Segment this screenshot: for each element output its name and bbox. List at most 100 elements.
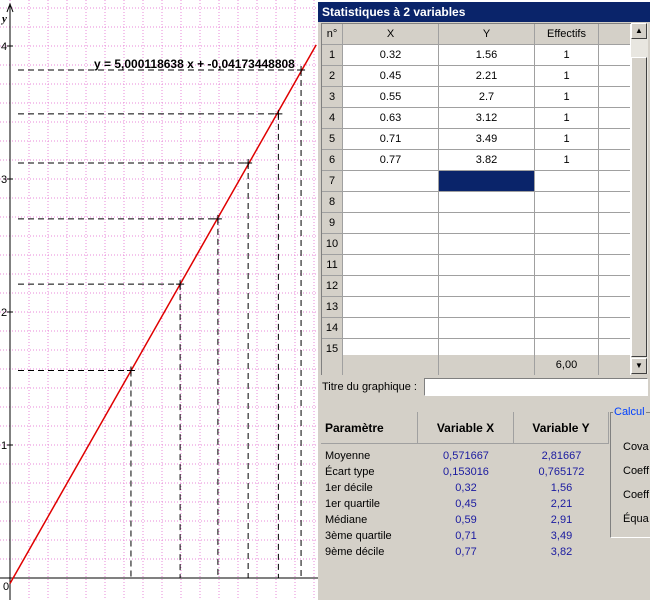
grid-corner bbox=[599, 24, 630, 45]
row-number: 5 bbox=[322, 129, 343, 150]
table-row[interactable]: 10 bbox=[322, 234, 631, 255]
table-cell[interactable] bbox=[535, 234, 599, 255]
stats-value: 1,56 bbox=[550, 482, 573, 494]
stats-param-label: Écart type bbox=[325, 466, 375, 478]
table-row[interactable]: 11 bbox=[322, 255, 631, 276]
scroll-thumb[interactable] bbox=[631, 57, 647, 357]
table-cell[interactable] bbox=[535, 276, 599, 297]
table-cell[interactable] bbox=[439, 276, 535, 297]
table-cell[interactable]: 1 bbox=[535, 129, 599, 150]
graph-title-input[interactable] bbox=[424, 378, 648, 396]
calc-group-title: Calcul bbox=[613, 406, 646, 418]
column-header[interactable]: Effectifs bbox=[535, 24, 599, 45]
table-cell[interactable]: 0.45 bbox=[343, 66, 439, 87]
grid-scrollbar[interactable]: ▲ ▼ bbox=[631, 23, 648, 374]
table-cell[interactable] bbox=[439, 297, 535, 318]
table-cell[interactable] bbox=[535, 318, 599, 339]
table-cell-empty bbox=[599, 87, 630, 108]
stats-column-header: Variable X bbox=[418, 412, 514, 444]
table-cell[interactable]: 1 bbox=[535, 66, 599, 87]
totals-cell bbox=[322, 355, 343, 375]
table-row[interactable]: 1 0.32 1.56 1 bbox=[322, 45, 631, 66]
table-cell[interactable] bbox=[439, 318, 535, 339]
table-cell[interactable] bbox=[343, 255, 439, 276]
column-header[interactable]: X bbox=[343, 24, 439, 45]
table-cell-empty bbox=[599, 255, 630, 276]
table-cell[interactable]: 0.77 bbox=[343, 150, 439, 171]
table-cell[interactable] bbox=[343, 276, 439, 297]
table-cell[interactable]: 3.82 bbox=[439, 150, 535, 171]
y-tick-label: 1 bbox=[1, 440, 7, 452]
row-number: 14 bbox=[322, 318, 343, 339]
y-tick-label: 3 bbox=[1, 174, 7, 186]
row-number: 10 bbox=[322, 234, 343, 255]
stats-value: 2,21 bbox=[550, 498, 573, 510]
row-number: 9 bbox=[322, 213, 343, 234]
table-cell[interactable]: 1 bbox=[535, 45, 599, 66]
table-cell[interactable] bbox=[343, 192, 439, 213]
table-cell[interactable] bbox=[535, 297, 599, 318]
table-cell[interactable]: 1 bbox=[535, 150, 599, 171]
scroll-down-button[interactable]: ▼ bbox=[631, 358, 647, 374]
table-row[interactable]: 12 bbox=[322, 276, 631, 297]
table-cell[interactable] bbox=[439, 171, 535, 192]
table-row[interactable]: 6 0.77 3.82 1 bbox=[322, 150, 631, 171]
row-number: 1 bbox=[322, 45, 343, 66]
table-cell-empty bbox=[599, 45, 630, 66]
table-cell[interactable] bbox=[535, 213, 599, 234]
table-cell[interactable] bbox=[343, 234, 439, 255]
table-cell[interactable] bbox=[343, 171, 439, 192]
row-number: 7 bbox=[322, 171, 343, 192]
table-row[interactable]: 13 bbox=[322, 297, 631, 318]
calc-item: Coeff bbox=[623, 489, 650, 501]
table-row[interactable]: 4 0.63 3.12 1 bbox=[322, 108, 631, 129]
table-cell[interactable]: 1.56 bbox=[439, 45, 535, 66]
window-bottom-edge bbox=[318, 590, 650, 600]
table-cell[interactable]: 1 bbox=[535, 87, 599, 108]
calc-item: Équa bbox=[623, 513, 649, 525]
data-grid[interactable]: n° X Y Effectifs 1 0.32 1.56 1 2 0.45 2.21 1 3 0.55 2.… bbox=[321, 23, 631, 375]
table-cell-empty bbox=[599, 150, 630, 171]
table-cell[interactable] bbox=[439, 192, 535, 213]
stats-value: 0,45 bbox=[455, 498, 477, 510]
row-number: 3 bbox=[322, 87, 343, 108]
table-row[interactable]: 2 0.45 2.21 1 bbox=[322, 66, 631, 87]
table-cell[interactable]: 2.7 bbox=[439, 87, 535, 108]
totals-cell bbox=[439, 355, 535, 375]
data-point bbox=[176, 280, 185, 289]
table-cell[interactable]: 0.63 bbox=[343, 108, 439, 129]
totals-row: 6,00 bbox=[322, 355, 631, 375]
stats-param-label: Médiane bbox=[325, 514, 368, 526]
table-cell[interactable] bbox=[535, 255, 599, 276]
table-cell[interactable]: 1 bbox=[535, 108, 599, 129]
column-header[interactable]: n° bbox=[322, 24, 343, 45]
stats-value: 2,91 bbox=[550, 514, 573, 526]
table-cell[interactable] bbox=[439, 255, 535, 276]
table-cell[interactable]: 3.12 bbox=[439, 108, 535, 129]
graph-title-label: Titre du graphique : bbox=[322, 381, 417, 393]
table-cell[interactable]: 3.49 bbox=[439, 129, 535, 150]
table-row[interactable]: 9 bbox=[322, 213, 631, 234]
scroll-up-button[interactable]: ▲ bbox=[631, 23, 647, 39]
table-cell[interactable] bbox=[343, 318, 439, 339]
table-cell[interactable] bbox=[343, 213, 439, 234]
table-cell[interactable]: 0.32 bbox=[343, 45, 439, 66]
stats-param-label: Moyenne bbox=[325, 450, 371, 462]
table-row[interactable]: 5 0.71 3.49 1 bbox=[322, 129, 631, 150]
column-header[interactable]: Y bbox=[439, 24, 535, 45]
table-cell[interactable] bbox=[343, 297, 439, 318]
table-cell[interactable] bbox=[439, 213, 535, 234]
table-cell[interactable]: 2.21 bbox=[439, 66, 535, 87]
table-cell[interactable] bbox=[535, 171, 599, 192]
table-row[interactable]: 3 0.55 2.7 1 bbox=[322, 87, 631, 108]
table-row[interactable]: 7 bbox=[322, 171, 631, 192]
table-row[interactable]: 8 bbox=[322, 192, 631, 213]
table-cell[interactable]: 0.55 bbox=[343, 87, 439, 108]
table-cell-empty bbox=[599, 234, 630, 255]
table-cell-empty bbox=[599, 276, 630, 297]
table-row[interactable]: 14 bbox=[322, 318, 631, 339]
table-cell[interactable]: 0.71 bbox=[343, 129, 439, 150]
regression-equation: y = 5,000118638 x + -0,04173448808 bbox=[94, 57, 295, 71]
table-cell[interactable] bbox=[535, 192, 599, 213]
table-cell[interactable] bbox=[439, 234, 535, 255]
